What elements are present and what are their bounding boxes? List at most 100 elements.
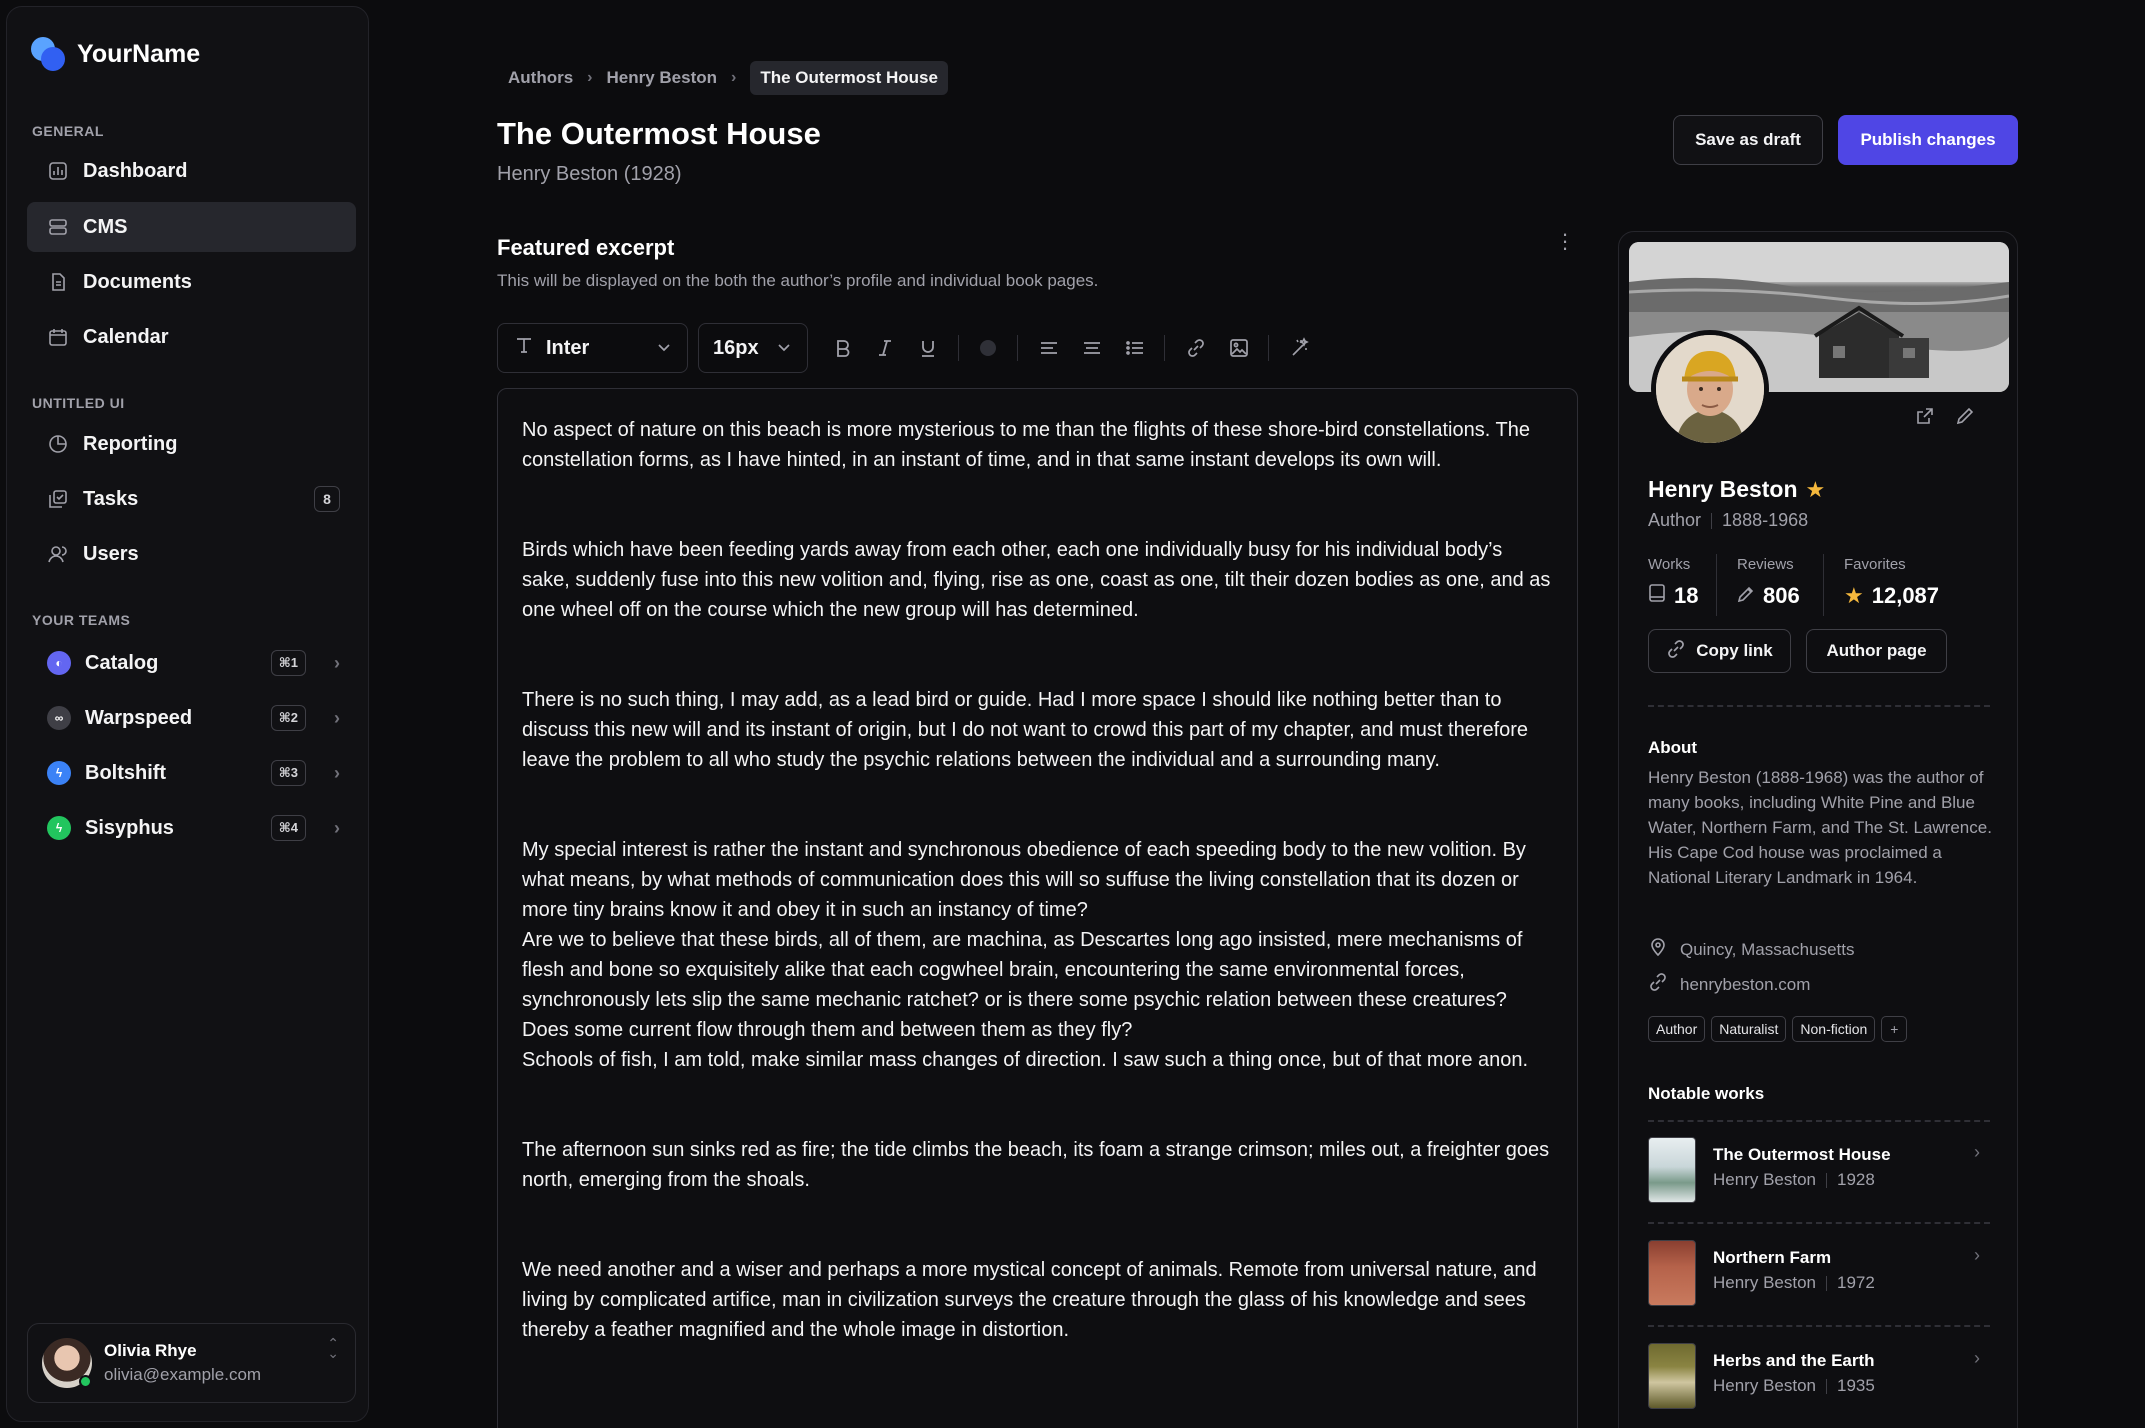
author-location: Quincy, Massachusetts: [1680, 939, 1855, 959]
image-icon[interactable]: [1224, 333, 1254, 363]
page-subtitle: Henry Beston (1928): [497, 163, 682, 185]
stat-favorites: Favorites ★ 12,087: [1844, 556, 1939, 609]
chevron-right-icon: ›: [334, 707, 340, 728]
account-card[interactable]: Olivia Rhye olivia@example.com ⌃ ⌄: [27, 1323, 356, 1403]
chevron-right-icon: ›: [1974, 1348, 1980, 1368]
shortcut-badge: ⌘3: [270, 760, 306, 786]
user-name: Olivia Rhye: [104, 1341, 197, 1360]
chevron-right-icon: ›: [334, 652, 340, 673]
chevron-right-icon: ›: [1974, 1245, 1980, 1265]
work-item[interactable]: Northern Farm Henry Beston 1972 ›: [1648, 1225, 1990, 1328]
book-cover: [1648, 1343, 1696, 1409]
stat-value: 806: [1763, 583, 1800, 608]
chevron-right-icon: ›: [334, 762, 340, 783]
book-cover: [1648, 1137, 1696, 1203]
map-pin-icon: [1648, 937, 1668, 962]
excerpt-paragraph: Are we to believe that these birds, all …: [522, 929, 1523, 1041]
section-divider: [1648, 1325, 1990, 1327]
tag[interactable]: Non-fiction: [1792, 1016, 1876, 1042]
sidebar-item-documents[interactable]: Documents: [27, 257, 356, 307]
sidebar-team-warpspeed[interactable]: ∞ Warpspeed ⌘2 ›: [27, 693, 356, 743]
shortcut-badge: ⌘1: [270, 650, 306, 676]
sidebar-item-users[interactable]: Users: [27, 529, 356, 579]
link-icon[interactable]: [1181, 333, 1211, 363]
align-center-icon[interactable]: [1077, 333, 1107, 363]
sidebar-item-label: Documents: [83, 270, 192, 293]
text-color-icon[interactable]: [973, 333, 1003, 363]
work-item[interactable]: Herbs and the Earth Henry Beston 1935 ›: [1648, 1328, 1990, 1428]
breadcrumb-authors[interactable]: Authors: [498, 68, 573, 88]
section-divider: [1648, 705, 1990, 707]
sidebar-item-dashboard[interactable]: Dashboard: [27, 146, 356, 196]
copy-link-button[interactable]: Copy link: [1648, 629, 1791, 673]
underline-icon[interactable]: [913, 333, 943, 363]
sidebar-team-boltshift[interactable]: ϟ Boltshift ⌘3 ›: [27, 748, 356, 798]
ai-sparkle-icon[interactable]: [1285, 333, 1315, 363]
work-title: The Outermost House: [1713, 1145, 1891, 1164]
copy-link-label: Copy link: [1696, 641, 1773, 660]
more-options-icon[interactable]: · · ·: [1555, 223, 1575, 259]
external-link-icon[interactable]: [1915, 406, 1935, 431]
work-author: Henry Beston: [1713, 1170, 1816, 1189]
book-icon: [1648, 583, 1666, 609]
author-meta: Author 1888-1968: [1648, 510, 1808, 531]
save-draft-button[interactable]: Save as draft: [1673, 115, 1823, 165]
breadcrumb-author[interactable]: Henry Beston: [607, 68, 718, 88]
chevron-right-icon: ›: [731, 69, 737, 86]
stat-label: Reviews: [1737, 556, 1794, 573]
catalog-icon: ◐: [47, 651, 71, 675]
author-profile-card: Henry Beston ★ Author 1888-1968 Works 18…: [1618, 231, 2018, 1428]
excerpt-editor[interactable]: No aspect of nature on this beach is mor…: [497, 388, 1578, 1428]
breadcrumb-current[interactable]: The Outermost House: [750, 61, 948, 95]
work-title: Northern Farm: [1713, 1248, 1832, 1267]
chevron-down-icon: [655, 338, 673, 362]
chevron-up-down-icon[interactable]: ⌃ ⌄: [327, 1336, 339, 1360]
author-page-button[interactable]: Author page: [1806, 629, 1947, 673]
font-family-value: Inter: [546, 336, 590, 359]
website-row[interactable]: henrybeston.com: [1648, 972, 1810, 997]
font-family-select[interactable]: Inter: [497, 323, 688, 373]
warpspeed-icon: ∞: [47, 706, 71, 730]
stat-label: Works: [1648, 556, 1691, 573]
sidebar-item-calendar[interactable]: Calendar: [27, 312, 356, 362]
excerpt-paragraph: We need another and a wiser and perhaps …: [522, 1259, 1537, 1341]
bold-icon[interactable]: [828, 333, 858, 363]
chevron-right-icon: ›: [587, 69, 593, 86]
font-size-value: 16px: [713, 336, 759, 359]
tag[interactable]: Author: [1648, 1016, 1706, 1042]
sidebar-item-reporting[interactable]: Reporting: [27, 419, 356, 469]
author-name: Henry Beston: [1648, 476, 1798, 502]
italic-icon[interactable]: [870, 333, 900, 363]
tasks-count-badge: 8: [314, 486, 340, 512]
font-size-select[interactable]: 16px: [698, 323, 808, 373]
bullet-list-icon[interactable]: [1120, 333, 1150, 363]
page-title: The Outermost House: [497, 116, 821, 151]
sidebar-team-catalog[interactable]: ◐ Catalog ⌘1 ›: [27, 638, 356, 688]
toolbar-divider: [1164, 335, 1165, 361]
text-type-icon: [514, 335, 534, 361]
publish-changes-button[interactable]: Publish changes: [1838, 115, 2018, 165]
sidebar-item-label: Dashboard: [83, 159, 188, 182]
sisyphus-icon: ϟ: [47, 816, 71, 840]
work-author: Henry Beston: [1713, 1376, 1816, 1395]
excerpt-paragraph: My special interest is rather the instan…: [522, 839, 1526, 921]
sidebar-item-tasks[interactable]: Tasks 8: [27, 474, 356, 524]
sidebar-team-sisyphus[interactable]: ϟ Sisyphus ⌘4 ›: [27, 803, 356, 853]
stat-value: 18: [1674, 583, 1699, 608]
notable-works-title: Notable works: [1648, 1084, 1765, 1103]
add-tag-icon[interactable]: +: [1881, 1016, 1908, 1042]
tag[interactable]: Naturalist: [1711, 1016, 1787, 1042]
star-icon: ★: [1844, 583, 1864, 608]
work-item[interactable]: The Outermost House Henry Beston 1928 ›: [1648, 1122, 1990, 1225]
edit-pencil-icon[interactable]: [1955, 406, 1975, 431]
location-row: Quincy, Massachusetts: [1648, 937, 1854, 962]
author-role: Author: [1648, 510, 1702, 530]
author-name-row: Henry Beston ★: [1648, 476, 1825, 503]
align-left-icon[interactable]: [1034, 333, 1064, 363]
logo-icon: [31, 37, 65, 71]
brand-logo[interactable]: YourName: [31, 37, 200, 71]
sidebar-item-label: Reporting: [83, 432, 178, 455]
excerpt-paragraph: Schools of fish, I am told, make similar…: [522, 1049, 1529, 1071]
toolbar-divider: [1017, 335, 1018, 361]
sidebar-item-cms[interactable]: CMS: [27, 202, 356, 252]
